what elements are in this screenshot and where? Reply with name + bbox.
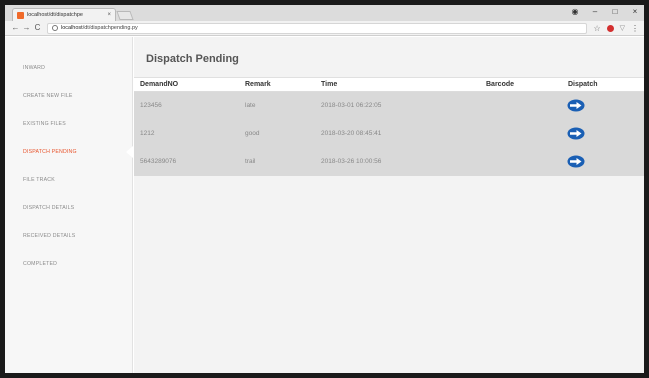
toolbar-icons: ☆ ▽ ⋮ — [593, 24, 639, 33]
cell-demandno: 1212 — [140, 130, 155, 137]
header-dispatch: Dispatch — [568, 81, 598, 88]
cell-remark: late — [245, 102, 256, 109]
url-text: localhost/dt/dispatchpending.py — [61, 25, 138, 31]
maximize-icon[interactable]: □ — [610, 7, 620, 17]
minimize-icon[interactable]: – — [590, 7, 600, 17]
sidebar-item-dispatch-details[interactable]: DISPATCH DETAILS — [23, 205, 74, 211]
cell-demandno: 123456 — [140, 102, 162, 109]
table-row: 123456 late 2018-03-01 06:22:05 — [134, 92, 644, 120]
table-row: 5643289076 trail 2018-03-26 10:00:56 — [134, 148, 644, 176]
browser-menu-icon[interactable]: ⋮ — [631, 24, 639, 33]
header-time: Time — [321, 81, 338, 88]
tab-title: localhost/dt/dispatchpe — [27, 12, 83, 18]
sidebar-item-file-track[interactable]: FILE TRACK — [23, 177, 55, 183]
sidebar-item-completed[interactable]: COMPLETED — [23, 261, 57, 267]
cell-time: 2018-03-26 10:00:56 — [321, 158, 382, 165]
sidebar-item-received-details[interactable]: RECEIVED DETAILS — [23, 233, 75, 239]
tab-close-icon[interactable]: × — [107, 12, 111, 18]
forward-icon[interactable]: → — [21, 23, 32, 33]
address-bar-row: ← → C localhost/dt/dispatchpending.py ☆ … — [5, 21, 644, 36]
bookmark-star-icon[interactable]: ☆ — [593, 24, 600, 33]
window-controls: ◉ – □ × — [570, 7, 640, 17]
table-header: DemandNO Remark Time Barcode Dispatch — [134, 77, 644, 92]
sidebar-item-dispatch-pending[interactable]: DISPATCH PENDING — [23, 149, 77, 155]
browser-tab[interactable]: localhost/dt/dispatchpe × — [12, 8, 116, 21]
reload-icon[interactable]: C — [32, 23, 43, 33]
cell-time: 2018-03-01 06:22:05 — [321, 102, 382, 109]
info-icon[interactable] — [52, 25, 58, 31]
sidebar-item-inward[interactable]: INWARD — [23, 65, 45, 71]
dispatch-arrow-icon[interactable] — [567, 99, 585, 112]
dispatch-arrow-icon[interactable] — [567, 127, 585, 140]
url-host: localhost — [61, 25, 83, 31]
tab-strip: localhost/dt/dispatchpe × ◉ – □ × — [5, 5, 644, 21]
close-window-icon[interactable]: × — [630, 7, 640, 17]
cell-time: 2018-03-20 08:45:41 — [321, 130, 382, 137]
browser-window: localhost/dt/dispatchpe × ◉ – □ × ← → C … — [5, 5, 644, 373]
main-content: Dispatch Pending DemandNO Remark Time Ba… — [134, 37, 644, 373]
url-field[interactable]: localhost/dt/dispatchpending.py — [47, 22, 588, 34]
cell-demandno: 5643289076 — [140, 158, 177, 165]
profile-icon[interactable]: ◉ — [570, 7, 580, 17]
url-path: /dt/dispatchpending.py — [82, 25, 138, 31]
header-demandno: DemandNO — [140, 81, 179, 88]
dispatch-arrow-icon[interactable] — [567, 155, 585, 168]
new-tab-button[interactable] — [116, 11, 134, 20]
active-indicator — [126, 146, 133, 158]
back-icon[interactable]: ← — [10, 23, 21, 33]
extension-stop-icon[interactable] — [606, 24, 614, 32]
sidebar-item-create-new-file[interactable]: CREATE NEW FILE — [23, 93, 73, 99]
page-title: Dispatch Pending — [146, 53, 239, 65]
cell-remark: good — [245, 130, 260, 137]
table-row: 1212 good 2018-03-20 08:45:41 — [134, 120, 644, 148]
sidebar-item-existing-files[interactable]: EXISTING FILES — [23, 121, 66, 127]
favicon-icon — [17, 11, 24, 19]
table-body: 123456 late 2018-03-01 06:22:05 1212 goo… — [134, 92, 644, 176]
header-barcode: Barcode — [486, 81, 515, 88]
sidebar: INWARD CREATE NEW FILE EXISTING FILES DI… — [5, 37, 133, 373]
extension-shield-icon[interactable]: ▽ — [620, 24, 625, 32]
cell-remark: trail — [245, 158, 256, 165]
header-remark: Remark — [245, 81, 271, 88]
